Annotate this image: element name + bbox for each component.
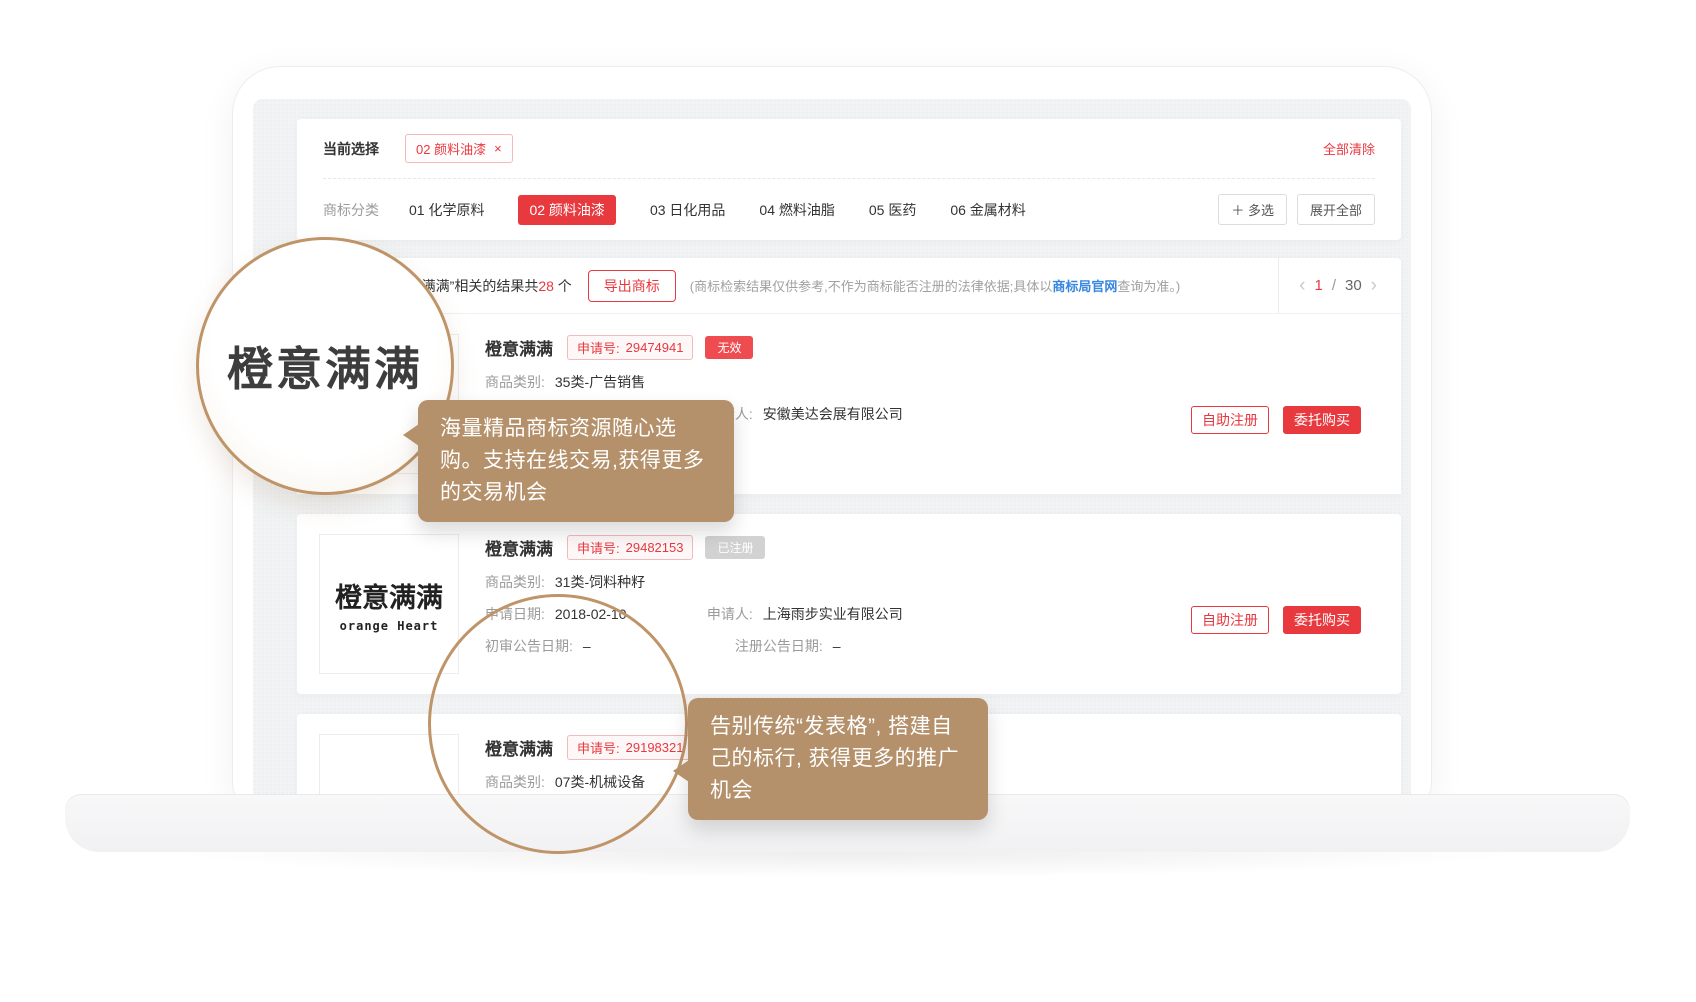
magnifier-circle-trademark: 橙意满满 [196, 237, 454, 495]
self-register-button[interactable]: 自助注册 [1191, 606, 1269, 634]
pagination: ‹ 1 / 30 › [1278, 258, 1401, 313]
remove-filter-icon[interactable]: × [494, 141, 502, 156]
results-header: 为您检索到“橙意满满”相关的结果共28 个 导出商标 (商标检索结果仅供参考,不… [297, 258, 1401, 314]
multi-select-button[interactable]: ＋ 多选 [1218, 194, 1287, 225]
application-number-label: 申请号: [577, 538, 620, 557]
results-count: 28 [538, 278, 554, 294]
trademark-office-link[interactable]: 商标局官网 [1052, 279, 1117, 294]
category-field-value: 35类-广告销售 [555, 372, 645, 392]
application-number-tag: 申请号: 29482153 [567, 535, 693, 560]
status-badge: 无效 [705, 336, 753, 359]
category-field-value: 31类-饲料种籽 [555, 572, 645, 592]
entrust-purchase-button[interactable]: 委托购买 [1283, 406, 1361, 434]
selected-filter-tag-label: 02 颜料油漆 [416, 139, 486, 158]
category-label: 商标分类 [323, 200, 379, 220]
self-register-button[interactable]: 自助注册 [1191, 406, 1269, 434]
registration-publication-label: 注册公告日期: [735, 636, 823, 656]
clear-all-button[interactable]: 全部清除 [1323, 139, 1375, 158]
trademark-image-subtext: orange Heart [340, 619, 439, 633]
row-actions: 自助注册 委托购买 [1191, 606, 1361, 634]
applicant-value: 上海雨步实业有限公司 [763, 604, 903, 624]
disclaimer-text: (商标检索结果仅供参考,不作为商标能否注册的法律依据;具体以商标局官网查询为准。… [690, 276, 1180, 295]
magnified-trademark-text: 橙意满满 [227, 333, 423, 399]
category-field-label: 商品类别: [485, 372, 545, 392]
callout-marketplace: 海量精品商标资源随心选购。支持在线交易,获得更多的交易机会 [418, 400, 734, 522]
category-item-06[interactable]: 06 金属材料 [950, 200, 1025, 220]
prev-page-icon[interactable]: ‹ [1299, 276, 1305, 295]
category-field-label: 商品类别: [485, 572, 545, 592]
current-page: 1 [1314, 277, 1322, 294]
registration-publication-value: – [833, 638, 841, 654]
status-badge: 已注册 [705, 536, 765, 559]
page: 当前选择 02 颜料油漆 × 全部清除 商标分类 01 化学原料 02 颜料油漆… [0, 0, 1696, 1002]
total-pages: 30 [1345, 277, 1362, 294]
page-separator: / [1332, 277, 1336, 294]
applicant-label: 申请人: [707, 604, 753, 624]
category-row: 商标分类 01 化学原料 02 颜料油漆 03 日化用品 04 燃料油脂 05 … [297, 179, 1401, 240]
application-number-value: 29474941 [626, 340, 684, 355]
category-item-02-selected[interactable]: 02 颜料油漆 [518, 195, 615, 225]
filter-card: 当前选择 02 颜料油漆 × 全部清除 商标分类 01 化学原料 02 颜料油漆… [297, 119, 1401, 240]
trademark-image: 橙意满满 orange Heart [319, 534, 459, 674]
row-actions: 自助注册 委托购买 [1191, 406, 1361, 434]
expand-all-button[interactable]: 展开全部 [1297, 194, 1375, 225]
export-trademark-button[interactable]: 导出商标 [588, 270, 676, 302]
selected-filter-tag[interactable]: 02 颜料油漆 × [405, 134, 513, 163]
trademark-name: 橙意满满 [485, 335, 553, 360]
callout-promotion: 告别传统“发表格”, 搭建自己的标行, 获得更多的推广机会 [688, 698, 988, 820]
application-number-tag: 申请号: 29474941 [567, 335, 693, 360]
trademark-image-text: 橙意满满 [335, 576, 443, 615]
entrust-purchase-button[interactable]: 委托购买 [1283, 606, 1361, 634]
category-item-01[interactable]: 01 化学原料 [409, 200, 484, 220]
category-list: 01 化学原料 02 颜料油漆 03 日化用品 04 燃料油脂 05 医药 06… [409, 195, 1026, 225]
category-item-04[interactable]: 04 燃料油脂 [759, 200, 834, 220]
current-selection-label: 当前选择 [323, 139, 379, 159]
application-number-label: 申请号: [577, 338, 620, 357]
category-item-05[interactable]: 05 医药 [869, 200, 916, 220]
application-number-value: 29482153 [626, 540, 684, 555]
trademark-name: 橙意满满 [485, 535, 553, 560]
applicant-value: 安徽美达会展有限公司 [763, 404, 903, 424]
magnifier-circle-lens [428, 594, 688, 854]
current-selection-row: 当前选择 02 颜料油漆 × 全部清除 [297, 119, 1401, 178]
results-summary-suffix: 个 [554, 278, 572, 294]
next-page-icon[interactable]: › [1371, 276, 1377, 295]
disclaimer-pre: (商标检索结果仅供参考,不作为商标能否注册的法律依据;具体以 [690, 279, 1053, 294]
disclaimer-post: 查询为准。) [1117, 279, 1180, 294]
category-item-03[interactable]: 03 日化用品 [650, 200, 725, 220]
